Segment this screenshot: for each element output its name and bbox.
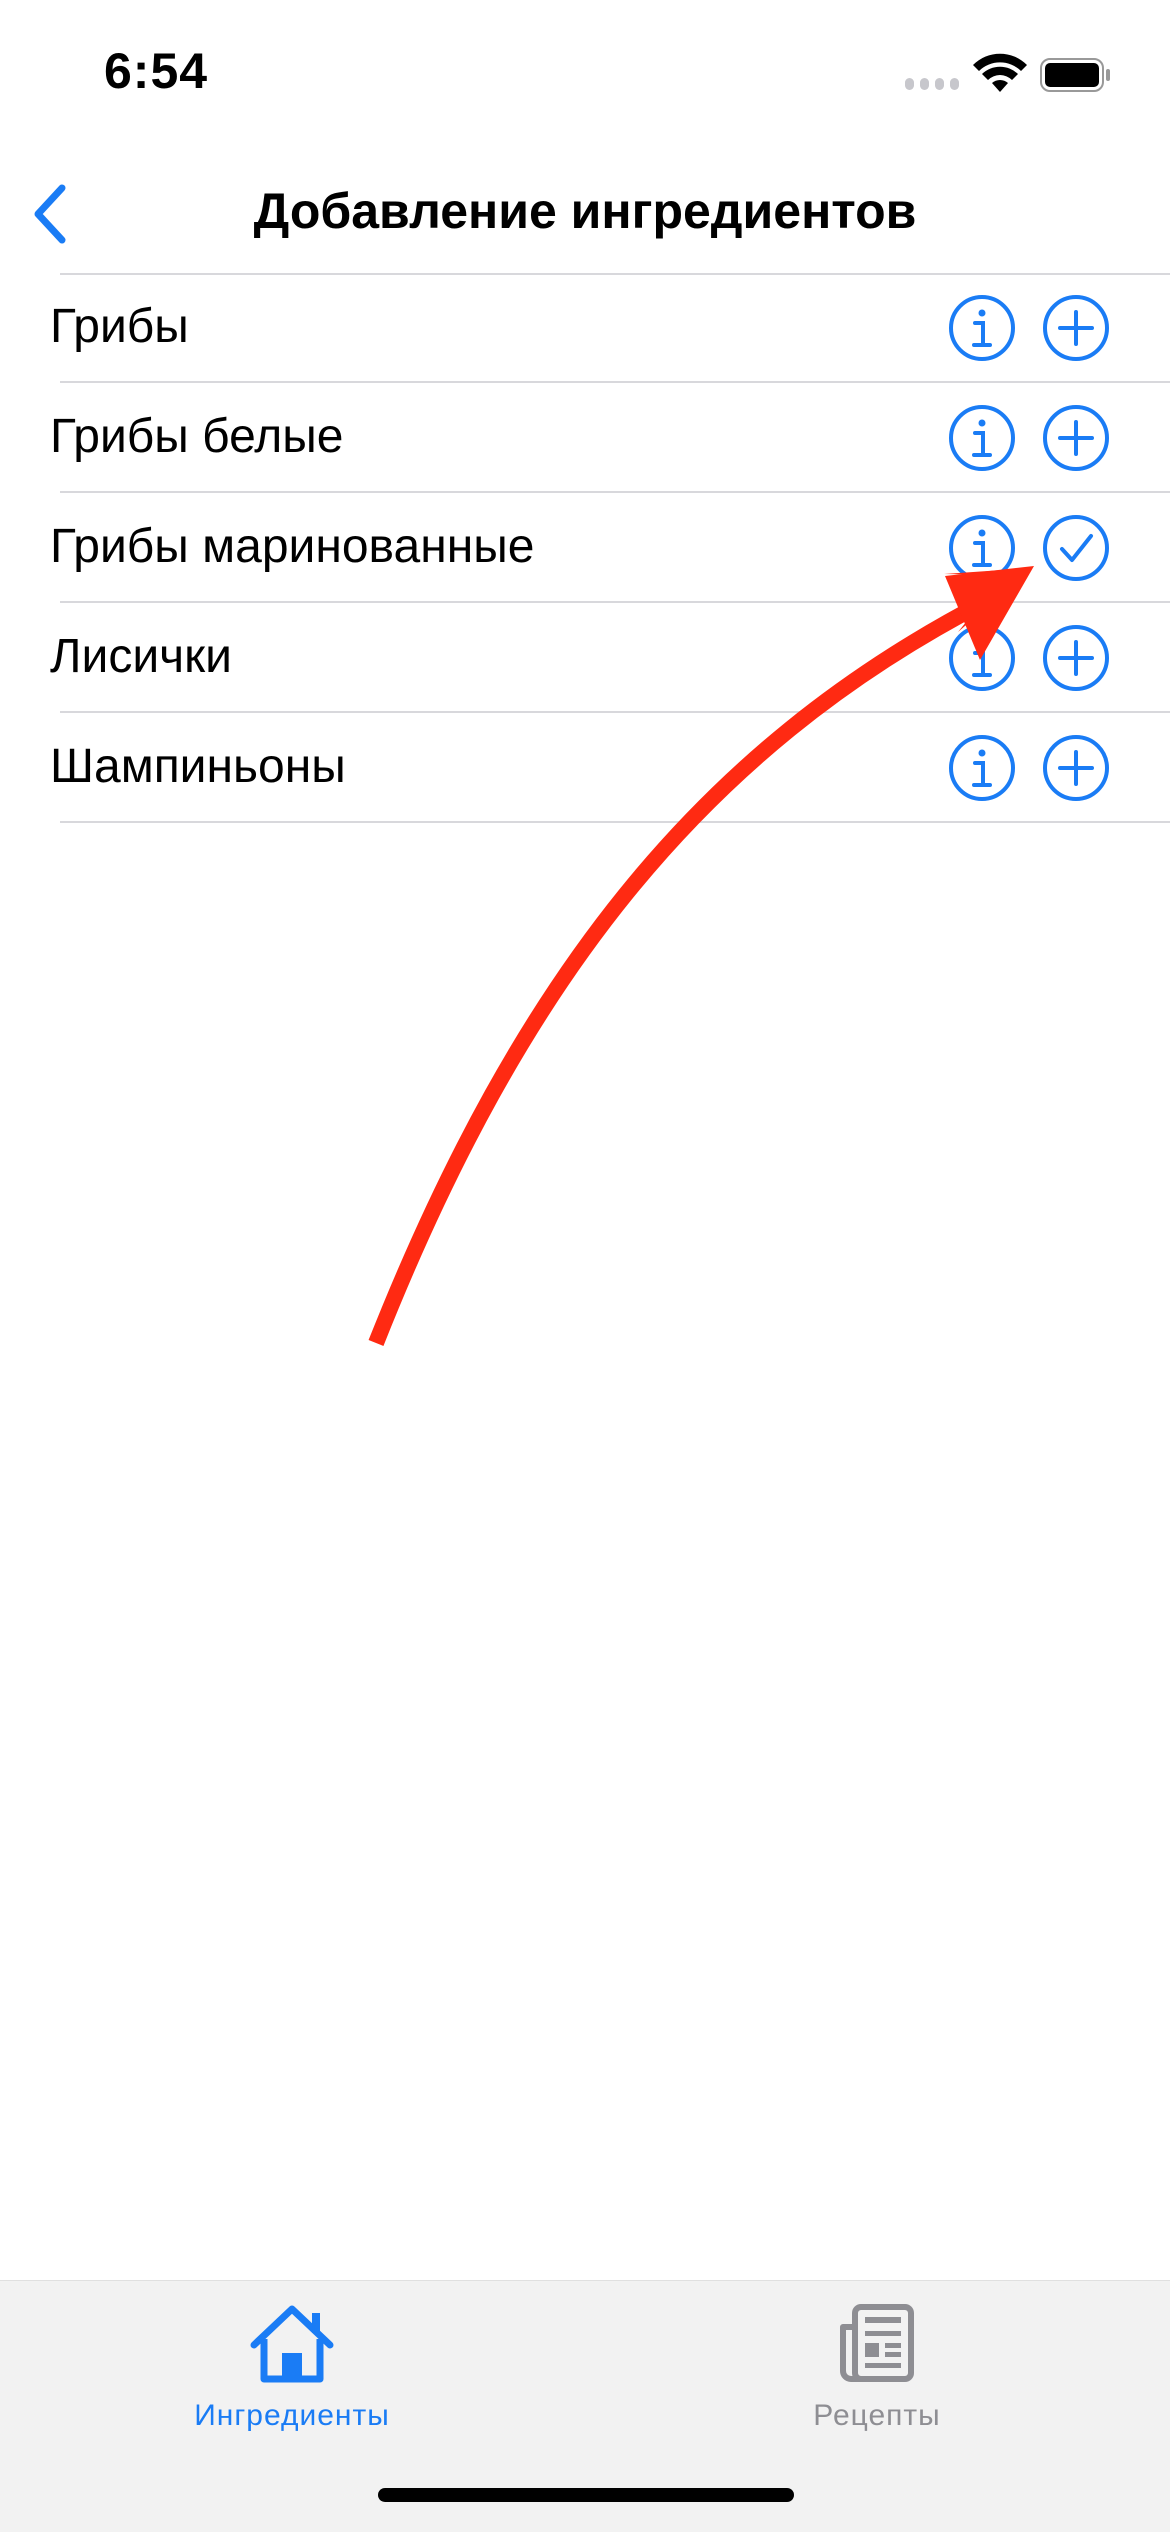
plus-circle-icon — [1043, 405, 1109, 471]
house-icon — [250, 2305, 334, 2383]
status-bar: 6:54 — [0, 0, 1170, 140]
info-circle-icon — [949, 405, 1015, 471]
list-item[interactable]: Лисички — [0, 603, 1170, 713]
tab-ingredients[interactable]: Ингредиенты — [142, 2301, 442, 2441]
plus-circle-icon — [1043, 295, 1109, 361]
navigation-bar: Добавление ингредиентов — [0, 160, 1170, 274]
list-item[interactable]: Шампиньоны — [0, 713, 1170, 823]
info-button[interactable] — [947, 403, 1017, 473]
add-button[interactable] — [1041, 403, 1111, 473]
added-button[interactable] — [1041, 513, 1111, 583]
page-title: Добавление ингредиентов — [253, 183, 917, 239]
ingredient-list: Грибы Грибы белые Грибы маринованные Лис… — [0, 273, 1170, 823]
ingredient-name: Грибы — [50, 300, 189, 353]
home-indicator — [378, 2488, 794, 2502]
ingredient-name: Грибы белые — [50, 410, 344, 463]
info-button[interactable] — [947, 623, 1017, 693]
ingredient-name: Шампиньоны — [50, 740, 346, 793]
info-button[interactable] — [947, 513, 1017, 583]
add-button[interactable] — [1041, 623, 1111, 693]
checkmark-circle-icon — [1043, 515, 1109, 581]
info-button[interactable] — [947, 293, 1017, 363]
add-button[interactable] — [1041, 733, 1111, 803]
plus-circle-icon — [1043, 735, 1109, 801]
info-circle-icon — [949, 515, 1015, 581]
ingredient-name: Грибы маринованные — [50, 520, 535, 573]
tab-recipes[interactable]: Рецепты — [727, 2301, 1027, 2441]
tab-label: Рецепты — [813, 2399, 941, 2432]
add-button[interactable] — [1041, 293, 1111, 363]
newspaper-icon — [840, 2304, 914, 2382]
ingredient-name: Лисички — [50, 630, 232, 683]
list-item[interactable]: Грибы — [0, 273, 1170, 383]
list-item[interactable]: Грибы белые — [0, 383, 1170, 493]
info-button[interactable] — [947, 733, 1017, 803]
plus-circle-icon — [1043, 625, 1109, 691]
info-circle-icon — [949, 625, 1015, 691]
screen: 6:54 Добавление ингредиентов Грибы Грибы… — [0, 0, 1170, 2532]
cellular-signal-icon — [905, 78, 961, 92]
info-circle-icon — [949, 735, 1015, 801]
wifi-icon — [973, 53, 1027, 92]
tab-label: Ингредиенты — [194, 2399, 390, 2432]
status-time: 6:54 — [104, 43, 209, 99]
list-item[interactable]: Грибы маринованные — [0, 493, 1170, 603]
battery-icon — [1040, 58, 1110, 92]
info-circle-icon — [949, 295, 1015, 361]
